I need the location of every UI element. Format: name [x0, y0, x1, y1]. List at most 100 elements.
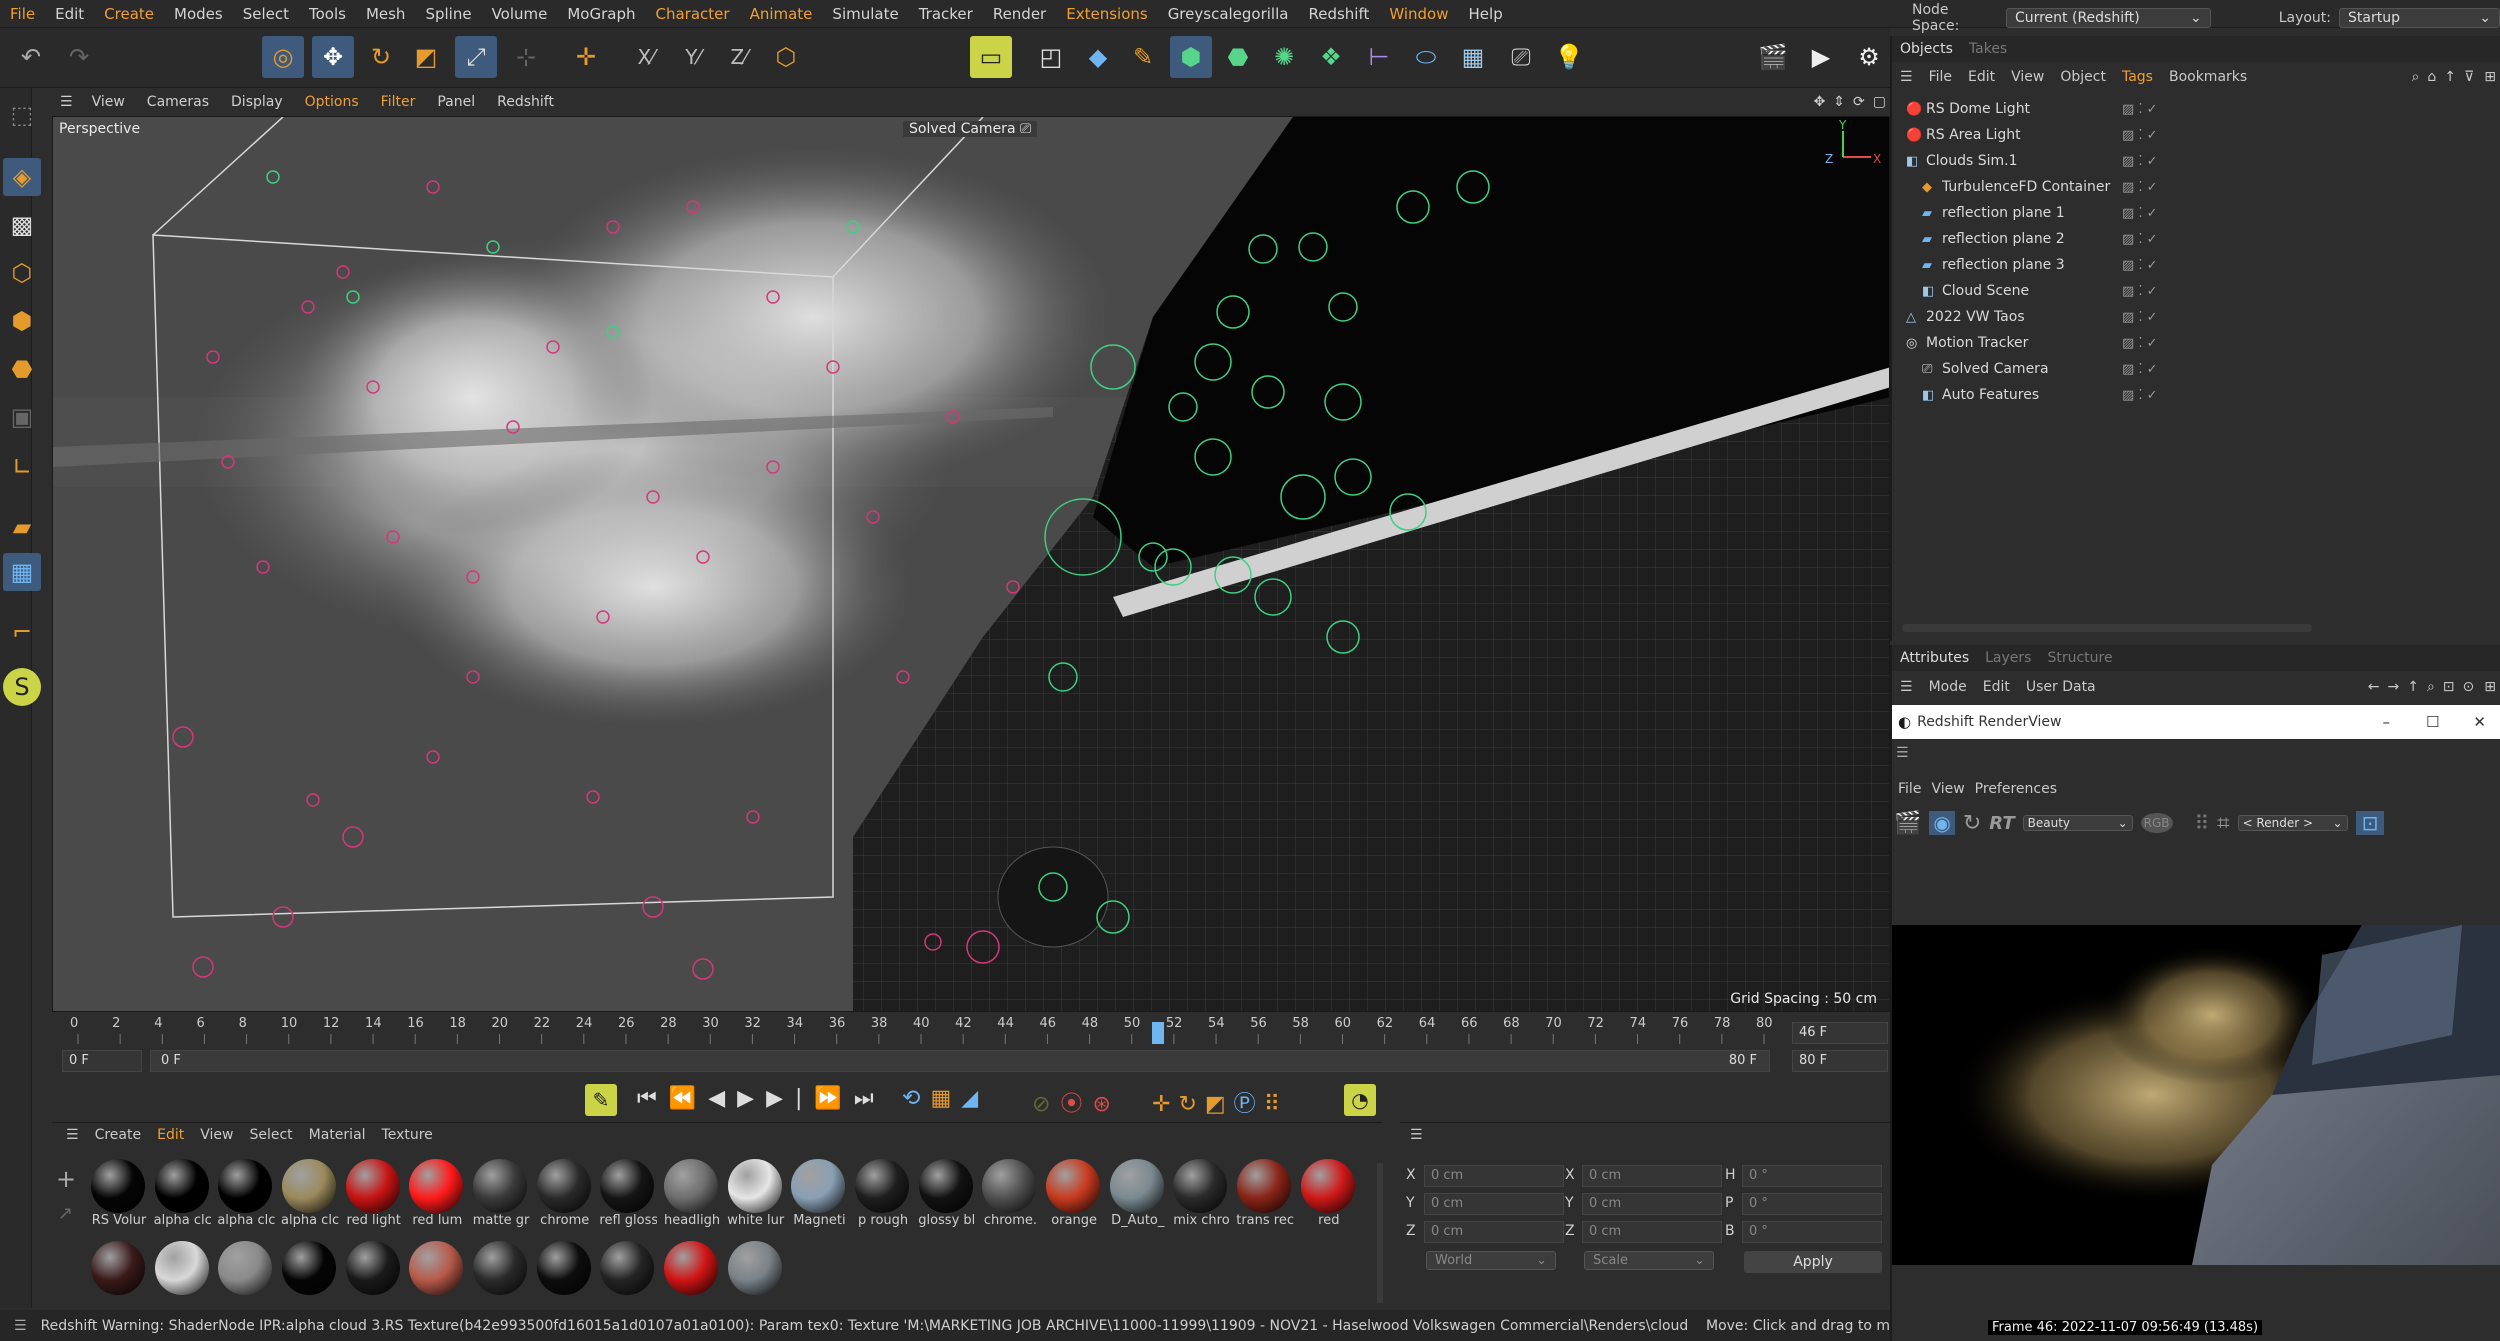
playhead[interactable] — [1152, 1022, 1164, 1044]
sculpt-s-icon[interactable]: S — [3, 668, 41, 706]
hamburger-icon[interactable]: ☰ — [1410, 1127, 1423, 1143]
edges-mode-icon[interactable]: ⬢ — [3, 302, 41, 340]
mat-menu-create[interactable]: Create — [87, 1127, 150, 1143]
material-swatch[interactable]: red — [1300, 1159, 1356, 1228]
edit-render-settings-icon[interactable]: ◰ — [1030, 36, 1072, 78]
coord-z-size[interactable]: 0 cm — [1582, 1221, 1722, 1243]
obj-menu-file[interactable]: File — [1921, 69, 1960, 85]
keyframe-record-icon[interactable]: ✎ — [585, 1084, 617, 1116]
magnet-icon[interactable]: ⌐ — [3, 613, 41, 651]
object-name[interactable]: Cloud Scene — [1942, 283, 2152, 299]
vp-menu-options[interactable]: Options — [294, 94, 370, 110]
menu-extensions[interactable]: Extensions — [1056, 5, 1157, 23]
polygons-mode-icon[interactable]: ⬣ — [3, 350, 41, 388]
material-swatch[interactable] — [663, 1241, 719, 1295]
move-view-icon[interactable]: ⇕ — [1829, 94, 1849, 110]
object-name[interactable]: reflection plane 2 — [1942, 231, 2152, 247]
object-visibility-icon[interactable]: ▨ ⁚ ✓ — [2122, 154, 2158, 169]
loop-icon[interactable]: ⟲ — [902, 1086, 930, 1111]
autokey-icon[interactable]: ⊛ — [1092, 1092, 1120, 1117]
refresh-icon[interactable]: ↻ — [1963, 811, 1981, 836]
axis-center-icon[interactable]: ✛ — [565, 36, 607, 78]
menu-volume[interactable]: Volume — [482, 5, 558, 23]
menu-edit[interactable]: Edit — [45, 5, 94, 23]
tab-objects[interactable]: Objects — [1892, 41, 1961, 57]
filter-icon[interactable]: ⊽ — [2460, 69, 2478, 85]
rv-menu-preferences[interactable]: Preferences — [1969, 781, 2063, 797]
floor-icon[interactable]: ▦ — [1452, 36, 1494, 78]
material-swatch[interactable]: glossy bl — [918, 1159, 975, 1228]
object-row[interactable]: ◎ Motion Tracker ▨ ⁚ ✓ — [1892, 330, 2500, 356]
tool-placeholder-icon[interactable]: ⊹ — [505, 36, 547, 78]
object-name[interactable]: RS Area Light — [1926, 127, 2136, 143]
y-axis-lock-icon[interactable]: Y⁄ — [672, 36, 714, 78]
end-frame-field[interactable]: 80 F — [1792, 1050, 1888, 1072]
mat-menu-view[interactable]: View — [192, 1127, 241, 1143]
close-icon[interactable]: ✕ — [2457, 713, 2500, 731]
coord-b-rotation[interactable]: 0 ° — [1742, 1221, 1882, 1243]
menu-tracker[interactable]: Tracker — [909, 5, 983, 23]
workplane-icon[interactable]: ▰ — [3, 508, 41, 546]
obj-menu-object[interactable]: Object — [2052, 69, 2114, 85]
object-row[interactable]: ◧ Cloud Scene ▨ ⁚ ✓ — [1892, 278, 2500, 304]
vp-menu-redshift[interactable]: Redshift — [486, 94, 565, 110]
up-arrow-icon[interactable]: ↑ — [2403, 679, 2423, 695]
menu-character[interactable]: Character — [646, 5, 740, 23]
object-name[interactable]: reflection plane 1 — [1942, 205, 2152, 221]
object-name[interactable]: Auto Features — [1942, 387, 2152, 403]
record-disabled-icon[interactable]: ⊘ — [1032, 1092, 1060, 1117]
mat-menu-texture[interactable]: Texture — [374, 1127, 441, 1143]
material-swatch[interactable] — [727, 1241, 783, 1295]
material-swatch[interactable] — [408, 1241, 464, 1295]
object-row[interactable]: ⎚ Solved Camera ▨ ⁚ ✓ — [1892, 356, 2500, 382]
material-swatch[interactable]: mix chro — [1172, 1159, 1230, 1228]
move-tool-icon[interactable]: ✥ — [312, 36, 354, 78]
object-name[interactable]: RS Dome Light — [1926, 101, 2136, 117]
object-name[interactable]: TurbulenceFD Container — [1942, 179, 2152, 195]
model-mode-icon[interactable]: ◈ — [3, 158, 41, 196]
subdivision-icon[interactable]: ⬢ — [1170, 36, 1212, 78]
material-swatch[interactable]: white lur — [727, 1159, 784, 1228]
menu-help[interactable]: Help — [1459, 5, 1513, 23]
object-visibility-icon[interactable]: ▨ ⁚ ✓ — [2122, 102, 2158, 117]
menu-window[interactable]: Window — [1379, 5, 1458, 23]
object-row[interactable]: ▰ reflection plane 2 ▨ ⁚ ✓ — [1892, 226, 2500, 252]
menu-animate[interactable]: Animate — [740, 5, 823, 23]
play-icon[interactable]: ▶ — [737, 1086, 766, 1111]
menu-redshift[interactable]: Redshift — [1298, 5, 1379, 23]
coord-y-position[interactable]: 0 cm — [1424, 1193, 1564, 1215]
settings-icon[interactable]: ⊙ — [2459, 679, 2479, 695]
rgb-icon[interactable]: RGB — [2140, 813, 2173, 833]
menu-simulate[interactable]: Simulate — [822, 5, 908, 23]
hamburger-icon[interactable]: ☰ — [0, 1318, 41, 1334]
material-tool-icon[interactable]: ↗ — [58, 1203, 73, 1224]
object-row[interactable]: ◧ Clouds Sim.1 ▨ ⁚ ✓ — [1892, 148, 2500, 174]
hamburger-icon[interactable]: ☰ — [1892, 69, 1921, 85]
go-end-icon[interactable]: ⏭ — [854, 1086, 886, 1111]
crop-icon[interactable]: ⌗ — [2217, 811, 2229, 836]
object-visibility-icon[interactable]: ▨ ⁚ ✓ — [2122, 206, 2158, 221]
x-axis-lock-icon[interactable]: X⁄ — [625, 36, 667, 78]
menu-greyscalegorilla[interactable]: Greyscalegorilla — [1158, 5, 1299, 23]
object-visibility-icon[interactable]: ▨ ⁚ ✓ — [2122, 310, 2158, 325]
minimize-icon[interactable]: – — [2364, 713, 2408, 731]
live-selection-icon[interactable]: ◎ — [262, 36, 304, 78]
key-rotation-icon[interactable]: ↻ — [1178, 1092, 1204, 1117]
rotate-tool-icon[interactable]: ↻ — [360, 36, 402, 78]
record-active-icon[interactable]: ⦿ — [1060, 1092, 1092, 1117]
object-visibility-icon[interactable]: ▨ ⁚ ✓ — [2122, 128, 2158, 143]
start-frame-field[interactable]: 0 F — [62, 1050, 142, 1072]
object-name[interactable]: 2022 VW Taos — [1926, 309, 2136, 325]
menu-mograph[interactable]: MoGraph — [557, 5, 645, 23]
menu-render[interactable]: Render — [983, 5, 1056, 23]
rt-mode-icon[interactable]: RT — [1989, 813, 2014, 834]
object-visibility-icon[interactable]: ▨ ⁚ ✓ — [2122, 180, 2158, 195]
menu-mesh[interactable]: Mesh — [356, 5, 416, 23]
deformer-icon[interactable]: ⊢ — [1358, 36, 1400, 78]
key-scale-icon[interactable]: ◩ — [1205, 1092, 1234, 1117]
preview-range-bar[interactable]: 0 F 80 F — [150, 1050, 1770, 1072]
material-swatch[interactable]: alpha clc — [217, 1159, 275, 1228]
add-panel-icon[interactable]: ⊞ — [2478, 69, 2500, 85]
object-visibility-icon[interactable]: ▨ ⁚ ✓ — [2122, 258, 2158, 273]
attr-menu-edit[interactable]: Edit — [1975, 679, 2018, 695]
